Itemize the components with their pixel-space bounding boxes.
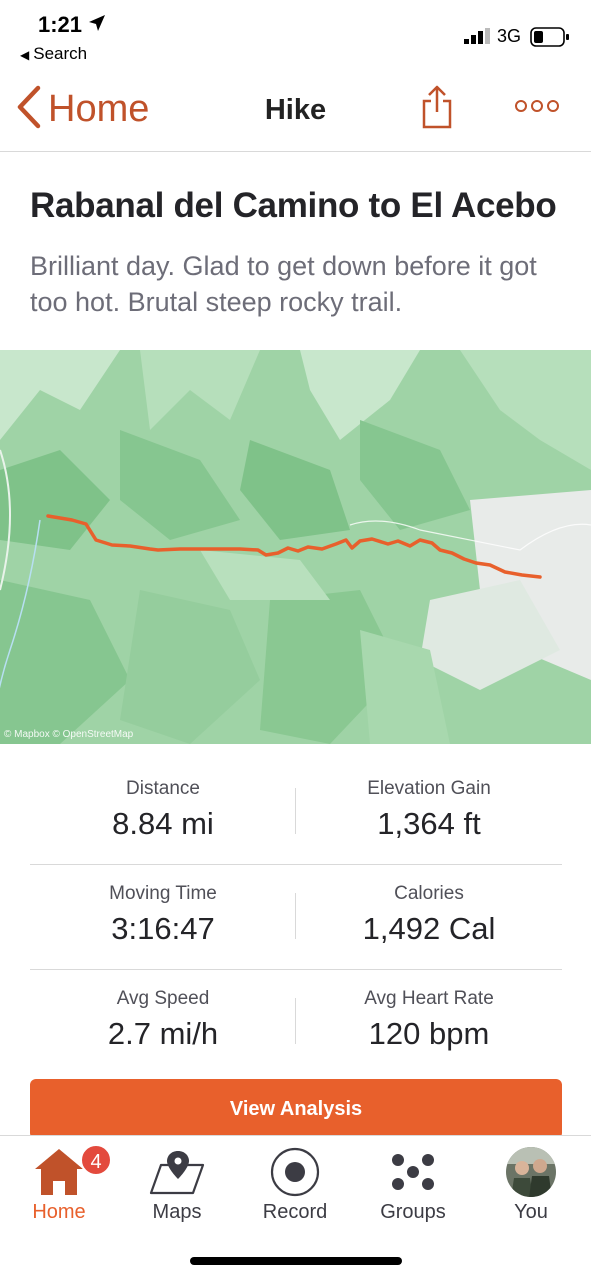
view-analysis-button[interactable]: View Analysis — [30, 1079, 562, 1139]
tab-groups[interactable]: Groups — [354, 1136, 472, 1236]
stat-avg-speed: Avg Speed 2.7 mi/h — [30, 970, 296, 1075]
status-time: 1:21 — [38, 12, 83, 37]
stat-label: Calories — [394, 883, 464, 904]
stat-calories: Calories 1,492 Cal — [296, 865, 562, 969]
tab-maps[interactable]: Maps — [118, 1136, 236, 1236]
stat-label: Distance — [126, 778, 200, 799]
map-attribution[interactable]: © Mapbox © OpenStreetMap — [4, 729, 133, 740]
location-arrow-icon — [88, 14, 106, 37]
network-type: 3G — [497, 26, 522, 46]
stat-value: 120 bpm — [368, 1016, 490, 1051]
stat-label: Avg Speed — [116, 988, 210, 1009]
stat-distance: Distance 8.84 mi — [30, 760, 296, 864]
stat-value: 8.84 mi — [112, 806, 214, 841]
tab-home[interactable]: 4 Home — [0, 1136, 118, 1236]
stat-value: 3:16:47 — [111, 911, 215, 946]
tab-record[interactable]: Record — [236, 1136, 354, 1236]
stat-moving-time: Moving Time 3:16:47 — [30, 865, 296, 969]
battery-icon — [530, 27, 570, 52]
activity-description: Brilliant day. Glad to get down before i… — [30, 251, 537, 317]
stat-label: Elevation Gain — [367, 778, 491, 799]
home-indicator[interactable] — [190, 1257, 402, 1265]
share-icon[interactable] — [419, 84, 455, 135]
route-map[interactable]: © Mapbox © OpenStreetMap — [0, 350, 591, 744]
stat-label: Avg Heart Rate — [364, 988, 494, 1009]
tab-label: Maps — [152, 1201, 202, 1223]
avatar — [472, 1144, 590, 1200]
groups-icon — [354, 1144, 472, 1200]
stats-grid: Distance 8.84 mi Elevation Gain 1,364 ft… — [30, 760, 562, 1075]
back-to-search-link[interactable]: ◀ Search — [20, 44, 87, 64]
tab-label: You — [514, 1201, 548, 1223]
back-to-search-label: Search — [33, 44, 88, 63]
nav-bar: Home Hike — [0, 70, 591, 152]
notification-badge: 4 — [80, 1144, 112, 1176]
status-bar: 1:21 ◀ Search 3G — [0, 0, 591, 70]
stat-value: 1,492 Cal — [362, 911, 496, 946]
signal-icon — [464, 28, 492, 49]
stat-value: 2.7 mi/h — [107, 1016, 219, 1051]
stats-row: Avg Speed 2.7 mi/h Avg Heart Rate 120 bp… — [30, 970, 562, 1075]
stats-row: Distance 8.84 mi Elevation Gain 1,364 ft — [30, 760, 562, 865]
tab-you[interactable]: You — [472, 1136, 590, 1236]
tab-label: Groups — [380, 1201, 446, 1223]
activity-title: Rabanal del Camino to El Acebo — [30, 186, 557, 225]
map-terrain — [0, 350, 591, 744]
record-icon — [236, 1144, 354, 1200]
tab-label: Home — [32, 1201, 86, 1223]
more-options-icon[interactable] — [514, 98, 560, 119]
page-title: Hike — [264, 94, 327, 126]
stat-avg-heart-rate: Avg Heart Rate 120 bpm — [296, 970, 562, 1075]
stat-elevation-gain: Elevation Gain 1,364 ft — [296, 760, 562, 864]
stat-label: Moving Time — [109, 883, 217, 904]
map-icon — [118, 1144, 236, 1200]
back-triangle-icon: ◀ — [20, 48, 30, 62]
tab-label: Record — [262, 1201, 328, 1223]
stats-row: Moving Time 3:16:47 Calories 1,492 Cal — [30, 865, 562, 970]
stat-value: 1,364 ft — [377, 806, 481, 841]
